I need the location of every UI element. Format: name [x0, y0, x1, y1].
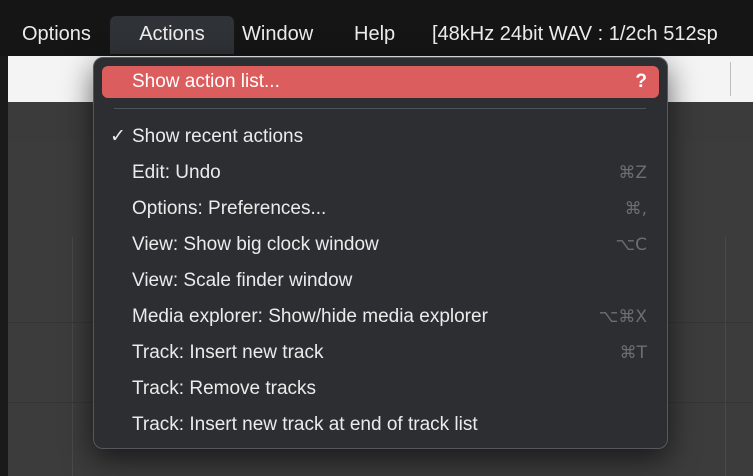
- menu-item-media-explorer[interactable]: Media explorer: Show/hide media explorer…: [102, 301, 659, 333]
- menu-item-insert-new-track[interactable]: Track: Insert new track ⌘T: [102, 337, 659, 369]
- keyboard-shortcut: ⌥C: [615, 235, 647, 255]
- menu-options[interactable]: Options: [22, 16, 91, 54]
- actions-dropdown-menu: Show action list... ? ✓ Show recent acti…: [93, 57, 668, 449]
- menu-item-insert-track-at-end[interactable]: Track: Insert new track at end of track …: [102, 409, 659, 441]
- menu-item-view-scale-finder[interactable]: View: Scale finder window: [102, 265, 659, 297]
- keyboard-shortcut: ⌥⌘X: [598, 307, 647, 327]
- menu-item-label: Show recent actions: [132, 126, 304, 147]
- menu-item-remove-tracks[interactable]: Track: Remove tracks: [102, 373, 659, 405]
- window-left-edge: [0, 56, 8, 476]
- audio-status-text: [48kHz 24bit WAV : 1/2ch 512sp: [432, 23, 718, 45]
- menu-item-label: Show action list...: [132, 71, 280, 92]
- menu-help[interactable]: Help: [354, 16, 395, 54]
- grid-line: [72, 237, 73, 476]
- menu-item-view-big-clock[interactable]: View: Show big clock window ⌥C: [102, 229, 659, 261]
- menu-item-label: Track: Insert new track: [132, 342, 324, 363]
- menu-item-edit-undo[interactable]: Edit: Undo ⌘Z: [102, 157, 659, 189]
- checkmark-icon: ✓: [110, 126, 126, 147]
- menu-item-options-preferences[interactable]: Options: Preferences... ⌘,: [102, 193, 659, 225]
- menu-item-label: Edit: Undo: [132, 162, 221, 183]
- menu-item-show-action-list[interactable]: Show action list... ?: [102, 66, 659, 98]
- menu-item-label: View: Show big clock window: [132, 234, 379, 255]
- menu-separator: [114, 108, 646, 109]
- menu-item-show-recent-actions[interactable]: ✓ Show recent actions: [102, 121, 659, 153]
- grid-line: [725, 237, 726, 476]
- menu-window[interactable]: Window: [242, 16, 313, 54]
- menu-actions[interactable]: Actions: [110, 16, 234, 54]
- keyboard-shortcut: ⌘T: [619, 343, 647, 363]
- help-shortcut: ?: [635, 71, 647, 92]
- ruler-tick: [730, 62, 731, 96]
- menu-item-label: Options: Preferences...: [132, 198, 327, 219]
- keyboard-shortcut: ⌘Z: [618, 163, 647, 183]
- menu-item-label: Track: Remove tracks: [132, 378, 317, 399]
- keyboard-shortcut: ⌘,: [624, 199, 647, 219]
- menu-bar: Options Actions Window Help [48kHz 24bit…: [0, 0, 753, 56]
- menu-item-label: View: Scale finder window: [132, 270, 353, 291]
- menu-item-label: Media explorer: Show/hide media explorer: [132, 306, 488, 327]
- menu-item-label: Track: Insert new track at end of track …: [132, 414, 478, 435]
